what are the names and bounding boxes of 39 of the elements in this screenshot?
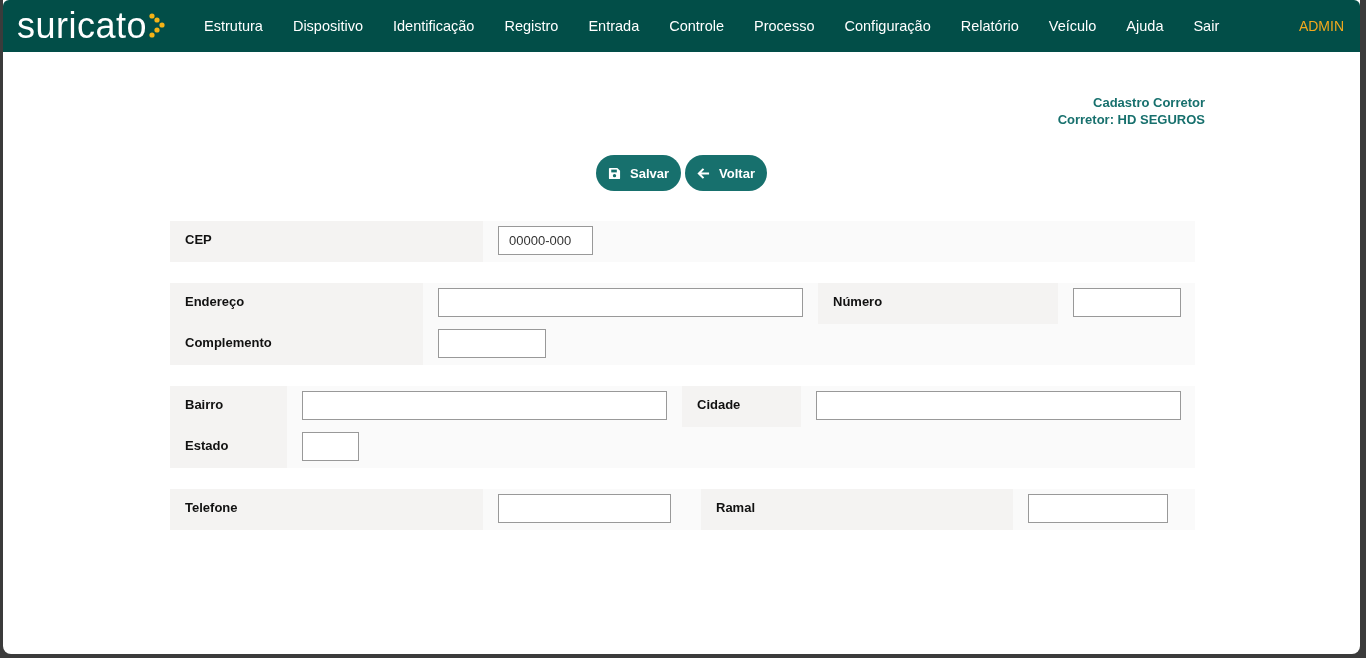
input-field[interactable] — [498, 493, 671, 523]
page-title: Cadastro Corretor — [1093, 94, 1205, 111]
field-label: Bairro — [170, 386, 287, 427]
menu-item[interactable]: Dispositivo — [277, 18, 378, 34]
menu-item[interactable]: Estrutura — [189, 18, 278, 34]
dots-icon — [147, 11, 166, 41]
input-field[interactable] — [438, 328, 546, 358]
action-button[interactable]: Voltar — [685, 155, 767, 191]
field-label: Complemento — [170, 324, 423, 365]
field-label: Número — [818, 283, 1058, 324]
menu-item[interactable]: Ajuda — [1111, 18, 1179, 34]
menu-item[interactable]: Controle — [654, 18, 740, 34]
menu-item[interactable]: Identificação — [378, 18, 490, 34]
menu-item[interactable]: Relatório — [945, 18, 1034, 34]
field-label: Endereço — [170, 283, 423, 324]
input-field[interactable] — [302, 431, 359, 461]
field-label: CEP — [170, 221, 483, 262]
menu-item[interactable]: Sair — [1178, 18, 1235, 34]
input-field[interactable] — [1073, 287, 1181, 317]
input-field[interactable] — [1028, 493, 1168, 523]
field-label: Ramal — [701, 489, 1013, 530]
user-name[interactable]: ADMIN — [1298, 18, 1344, 34]
menu-item[interactable]: Veículo — [1033, 18, 1112, 34]
logo-text: suricato — [17, 8, 148, 44]
action-button[interactable]: Salvar — [596, 155, 682, 191]
save-icon — [608, 166, 622, 180]
field-label: Cidade — [682, 386, 801, 427]
input-field[interactable] — [816, 390, 1181, 420]
input-field[interactable] — [302, 390, 667, 420]
menu-item[interactable]: Registro — [489, 18, 574, 34]
input-field[interactable]: 00000-000 — [498, 225, 593, 255]
menu-item[interactable]: Entrada — [573, 18, 655, 34]
menu-item[interactable]: Configuração — [829, 18, 946, 34]
field-label: Estado — [170, 427, 287, 468]
menu-item[interactable]: Processo — [739, 18, 830, 34]
field-label: Telefone — [170, 489, 483, 530]
arrow-left-icon — [697, 166, 711, 180]
input-field[interactable] — [438, 287, 803, 317]
page-title: Corretor: HD SEGUROS — [1057, 111, 1205, 128]
